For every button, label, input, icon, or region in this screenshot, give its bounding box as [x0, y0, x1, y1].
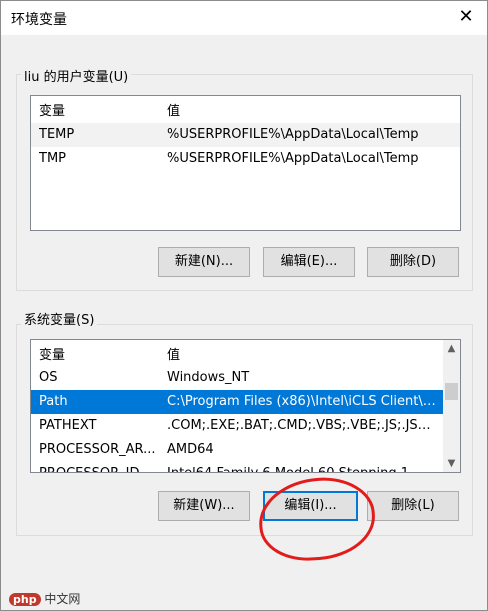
var-name: PATHEXT	[39, 418, 97, 433]
system-new-button[interactable]: 新建(W)...	[158, 491, 250, 521]
system-delete-button[interactable]: 删除(L)	[367, 491, 459, 521]
user-delete-button[interactable]: 删除(D)	[367, 247, 459, 277]
var-value: AMD64	[167, 442, 214, 457]
user-edit-button[interactable]: 编辑(E)...	[263, 247, 355, 277]
system-list-scrollbar[interactable]: ▲ ▼	[443, 340, 460, 472]
environment-variables-dialog: 环境变量 ✕ liu 的用户变量(U) 变量 值 TEMP %USERPROFI…	[0, 0, 488, 611]
scroll-up-icon[interactable]: ▲	[443, 340, 460, 357]
var-name: PROCESSOR_AR...	[39, 442, 156, 457]
system-var-row-pathext[interactable]: PATHEXT .COM;.EXE;.BAT;.CMD;.VBS;.VBE;.J…	[31, 414, 460, 438]
var-value: %USERPROFILE%\AppData\Local\Temp	[167, 127, 419, 142]
system-var-row-os[interactable]: OS Windows_NT	[31, 366, 460, 390]
watermark: php 中文网	[9, 590, 80, 607]
system-var-row-processor-arch[interactable]: PROCESSOR_AR... AMD64	[31, 438, 460, 462]
scroll-thumb[interactable]	[445, 383, 458, 400]
user-list-header: 变量 值	[31, 96, 460, 120]
user-new-button[interactable]: 新建(N)...	[158, 247, 250, 277]
user-variables-list[interactable]: 变量 值 TEMP %USERPROFILE%\AppData\Local\Te…	[30, 95, 461, 231]
watermark-text: 中文网	[44, 592, 81, 606]
php-logo: php	[9, 593, 41, 606]
column-header-variable[interactable]: 变量	[39, 344, 65, 363]
var-value: Windows_NT	[167, 370, 250, 385]
var-value: %USERPROFILE%\AppData\Local\Temp	[167, 151, 419, 166]
var-name: PROCESSOR_IDE...	[39, 462, 157, 472]
var-value: C:\Program Files (x86)\Intel\iCLS Client…	[167, 394, 437, 409]
var-value: .COM;.EXE;.BAT;.CMD;.VBS;.VBE;.JS;.JSE;.…	[167, 418, 437, 433]
system-variables-list[interactable]: 变量 值 OS Windows_NT Path C:\Program Files…	[30, 339, 461, 473]
var-value: Intel64 Family 6 Model 60 Stepping 1, G.…	[167, 462, 437, 472]
title-bar: 环境变量 ✕	[1, 1, 487, 35]
system-variables-label: 系统变量(S)	[21, 309, 98, 328]
user-var-row-tmp[interactable]: TMP %USERPROFILE%\AppData\Local\Temp	[31, 147, 460, 171]
scroll-down-icon[interactable]: ▼	[443, 455, 460, 472]
system-var-row-path[interactable]: Path C:\Program Files (x86)\Intel\iCLS C…	[31, 390, 443, 414]
var-name: Path	[39, 394, 68, 409]
dialog-title: 环境变量	[11, 12, 67, 28]
system-var-row-processor-id[interactable]: PROCESSOR_IDE... Intel64 Family 6 Model …	[31, 462, 460, 472]
close-icon[interactable]: ✕	[455, 6, 477, 28]
column-header-value[interactable]: 值	[167, 344, 180, 363]
user-var-row-temp[interactable]: TEMP %USERPROFILE%\AppData\Local\Temp	[31, 123, 460, 147]
var-name: TMP	[39, 151, 66, 166]
column-header-value[interactable]: 值	[167, 100, 180, 119]
user-variables-label: liu 的用户变量(U)	[21, 66, 132, 85]
column-header-variable[interactable]: 变量	[39, 100, 65, 119]
var-name: OS	[39, 370, 58, 385]
var-name: TEMP	[39, 127, 75, 142]
system-list-header: 变量 值	[31, 340, 460, 364]
